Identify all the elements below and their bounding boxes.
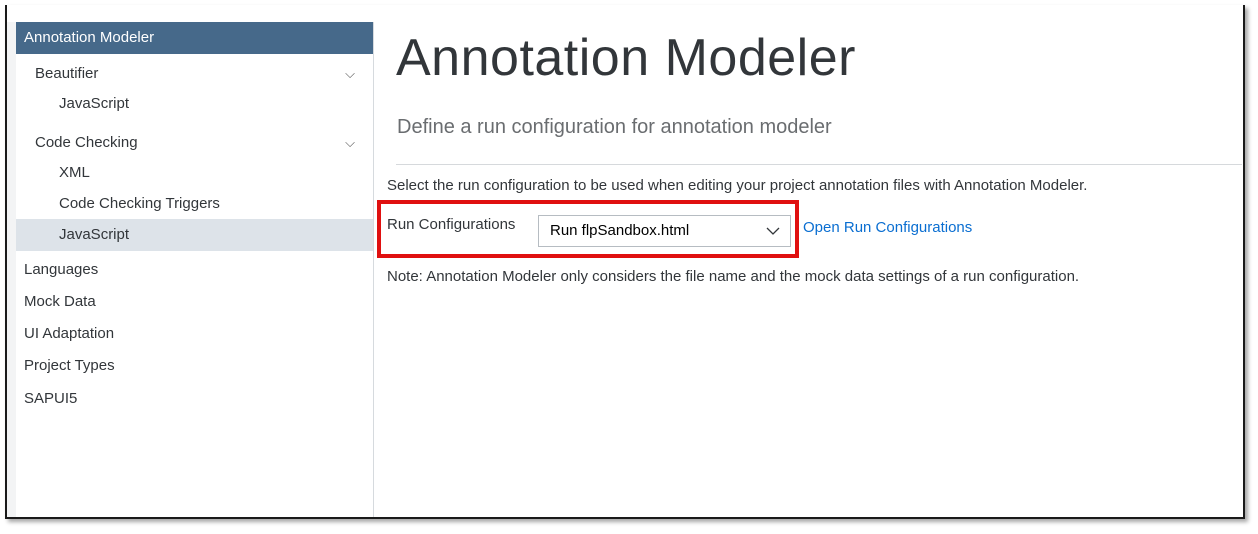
sidebar-item-languages[interactable]: Languages <box>16 254 373 286</box>
sidebar-item-label: Project Types <box>24 357 115 374</box>
sidebar-item-label: Languages <box>24 261 99 278</box>
sidebar-item-beautifier-javascript[interactable]: JavaScript <box>16 88 373 120</box>
sidebar-item-ui-adaptation[interactable]: UI Adaptation <box>16 318 373 350</box>
sidebar-item-label: UI Adaptation <box>24 325 115 342</box>
page-title: Annotation Modeler <box>396 29 856 87</box>
sidebar-item-mock-data[interactable]: Mock Data <box>16 286 373 318</box>
sidebar-item-label: JavaScript <box>59 226 130 243</box>
description-text: Select the run configuration to be used … <box>387 177 1088 194</box>
sidebar-item-label: JavaScript <box>59 95 130 112</box>
sidebar-item-code-checking-javascript[interactable]: JavaScript <box>16 219 373 251</box>
sidebar-item-sapui5[interactable]: SAPUI5 <box>16 383 373 415</box>
sidebar-item-label: Mock Data <box>24 293 96 310</box>
sidebar-item-annotation-modeler[interactable]: Annotation Modeler <box>16 22 373 54</box>
sidebar-strip <box>7 22 16 517</box>
sidebar-item-label: XML <box>59 164 90 181</box>
page-subtitle: Define a run configuration for annotatio… <box>397 116 832 138</box>
sidebar-item-project-types[interactable]: Project Types <box>16 350 373 382</box>
divider <box>396 164 1242 165</box>
sidebar-group-beautifier[interactable]: Beautifier ⌵ <box>16 58 373 90</box>
sidebar-item-label: Annotation Modeler <box>24 29 155 46</box>
sidebar-group-code-checking[interactable]: Code Checking ⌵ <box>16 127 373 159</box>
sidebar-group-label: Beautifier <box>35 65 99 82</box>
sidebar-item-label: Code Checking Triggers <box>59 195 220 212</box>
sidebar-item-code-checking-triggers[interactable]: Code Checking Triggers <box>16 188 373 220</box>
chevron-down-icon[interactable]: ⌵ <box>345 127 355 159</box>
sidebar-group-label: Code Checking <box>35 134 138 151</box>
note-text: Note: Annotation Modeler only considers … <box>387 268 1080 285</box>
highlight-box <box>377 200 799 258</box>
chevron-down-icon[interactable]: ⌵ <box>345 58 355 90</box>
open-run-configurations-link[interactable]: Open Run Configurations <box>803 219 972 236</box>
sidebar-item-label: SAPUI5 <box>24 390 78 407</box>
sidebar-item-xml[interactable]: XML <box>16 157 373 189</box>
